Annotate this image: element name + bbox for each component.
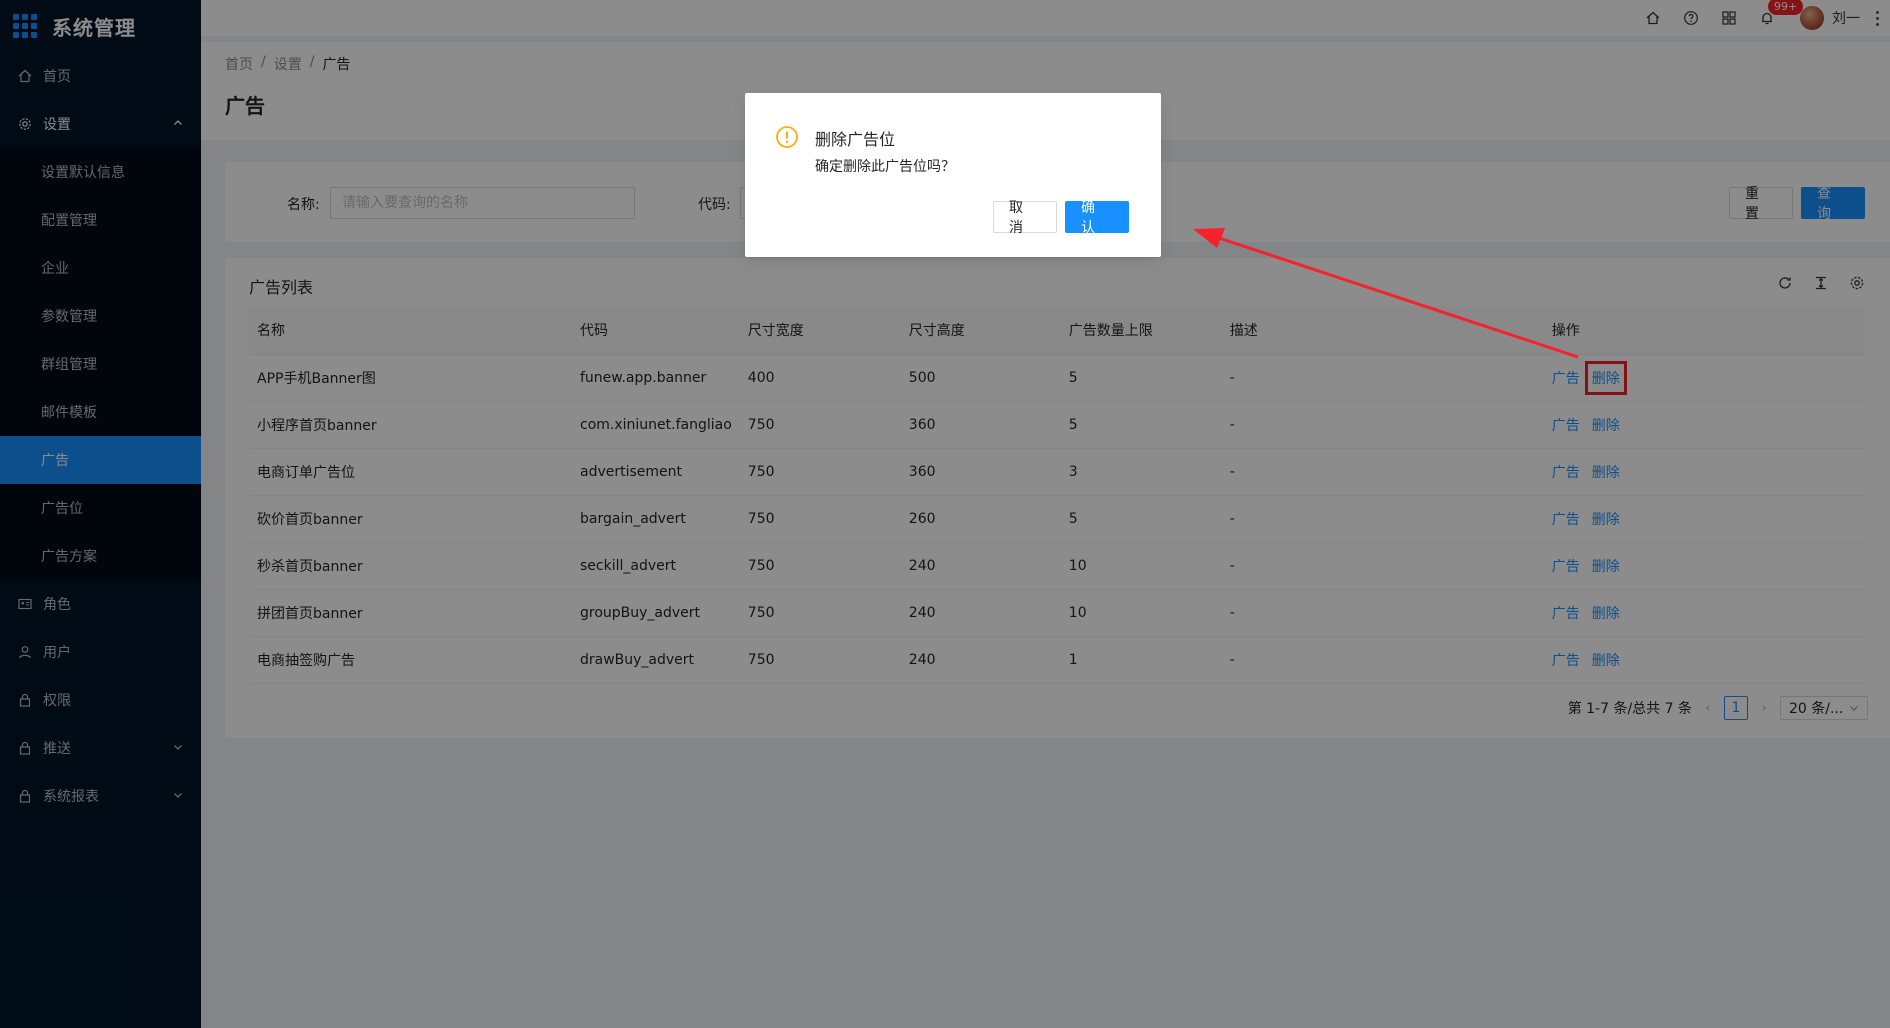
exclamation-circle-icon: [775, 125, 799, 153]
dialog-message: 确定删除此广告位吗？: [815, 159, 955, 175]
dialog-title: 删除广告位: [815, 130, 896, 149]
confirm-dialog: 删除广告位 确定删除此广告位吗？ 取 消 确 认: [745, 93, 1161, 257]
confirm-button[interactable]: 确 认: [1065, 200, 1129, 236]
cancel-button[interactable]: 取 消: [993, 200, 1057, 236]
